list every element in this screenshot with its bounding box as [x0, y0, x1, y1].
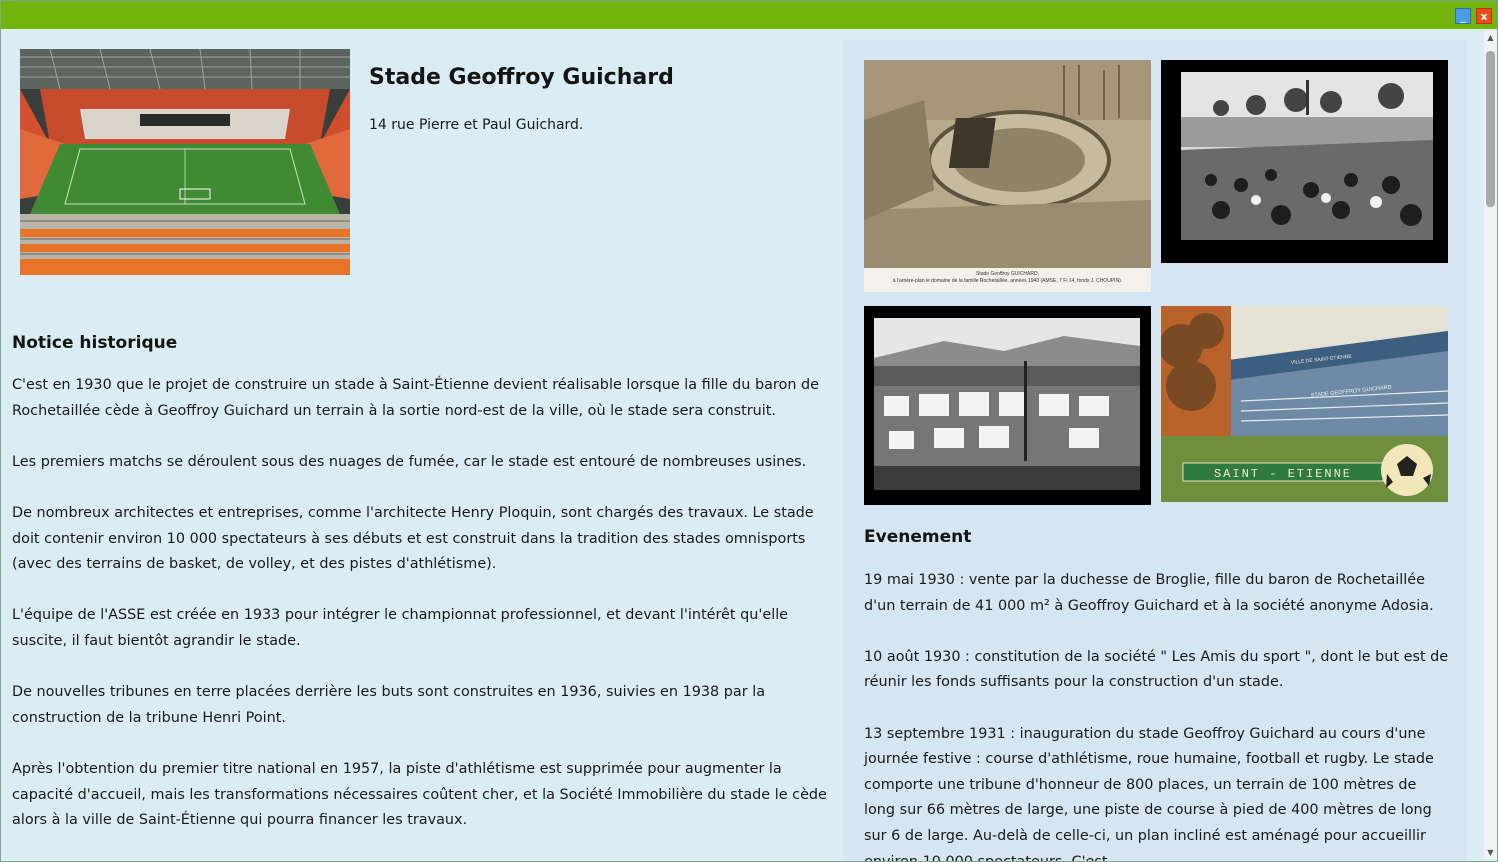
notice-paragraph: Les premiers matchs se déroulent sous de… [12, 453, 807, 470]
crowd-photo [1161, 60, 1448, 263]
app-window: _ x Stade Geoffroy Guichard 14 rue Pierr… [0, 0, 1498, 862]
photo-caption: à l'arrière-plan le domaine de la famill… [892, 278, 1123, 284]
aerial-photo: Stade Geoffroy GUICHARD, à l'arrière-pla… [864, 60, 1151, 292]
vertical-scrollbar[interactable]: ▲ ▼ [1484, 31, 1497, 859]
notice-paragraph: Après l'obtention du premier titre natio… [12, 760, 827, 829]
page-content: Stade Geoffroy Guichard 14 rue Pierre et… [1, 29, 1483, 862]
notice-body: C'est en 1930 que le projet de construir… [12, 373, 844, 859]
stadium-photo [20, 49, 350, 275]
scroll-down-icon[interactable]: ▼ [1484, 846, 1497, 859]
main-column: Stade Geoffroy Guichard 14 rue Pierre et… [1, 29, 844, 861]
page-title: Stade Geoffroy Guichard [369, 65, 674, 90]
title-bar[interactable]: _ x [1, 1, 1497, 29]
parade-photo [864, 306, 1151, 505]
minimize-button[interactable]: _ [1455, 8, 1471, 24]
scroll-thumb[interactable] [1486, 51, 1495, 207]
close-button[interactable]: x [1476, 8, 1492, 24]
notice-paragraph: De nombreux architectes et entreprises, … [12, 504, 814, 573]
postcard-photo: SAINT - ETIENNE STADE GEOFFROY GUICHARD … [1161, 306, 1448, 502]
notice-heading: Notice historique [12, 333, 178, 353]
postcard-banner-text: SAINT - ETIENNE [1214, 467, 1352, 481]
event-paragraph: 13 septembre 1931 : inauguration du stad… [864, 725, 1434, 862]
events-body: 19 mai 1930 : vente par la duchesse de B… [864, 568, 1449, 862]
address-text: 14 rue Pierre et Paul Guichard. [369, 117, 584, 133]
events-heading: Evenement [864, 527, 972, 547]
photo-caption: Stade Geoffroy GUICHARD, [976, 271, 1039, 277]
scroll-up-icon[interactable]: ▲ [1484, 31, 1497, 44]
notice-paragraph: C'est en 1930 que le projet de construir… [12, 377, 820, 419]
notice-paragraph: L'équipe de l'ASSE est créée en 1933 pou… [12, 607, 789, 649]
event-paragraph: 19 mai 1930 : vente par la duchesse de B… [864, 572, 1434, 614]
notice-paragraph: De nouvelles tribunes en terre placées d… [12, 684, 766, 726]
event-paragraph: 10 août 1930 : constitution de la sociét… [864, 648, 1449, 691]
side-column: Stade Geoffroy GUICHARD, à l'arrière-pla… [843, 40, 1467, 862]
